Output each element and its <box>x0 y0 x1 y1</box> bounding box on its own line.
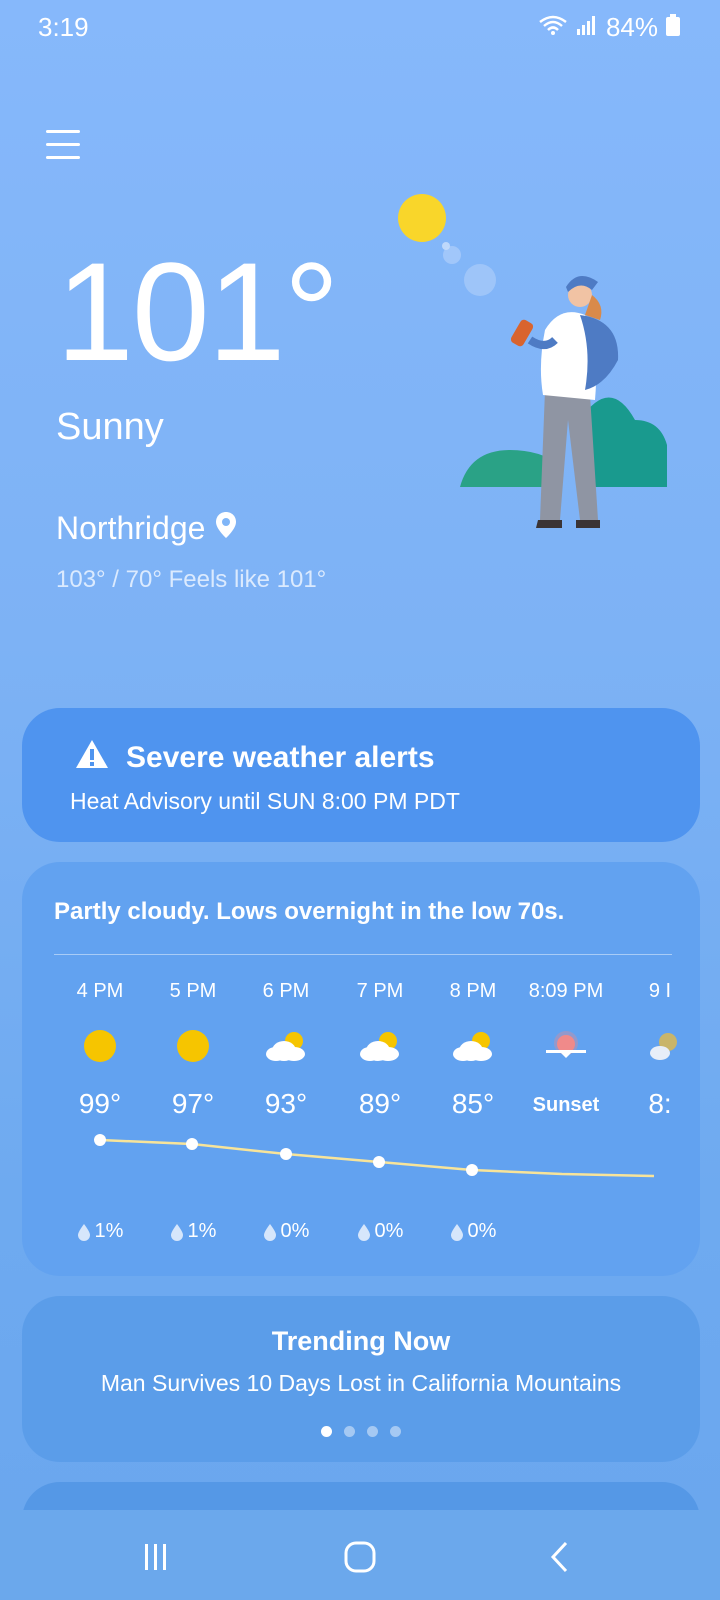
hour-time: 6 PM <box>262 980 310 1002</box>
home-button[interactable] <box>330 1532 390 1582</box>
hour-item: 8 PM 85° <box>425 980 521 1122</box>
battery-percent: 84% <box>605 12 658 42</box>
hour-item: 7 PM 89° <box>332 980 428 1122</box>
navigation-bar <box>0 1510 720 1600</box>
precipitation-value: 0% <box>280 1220 310 1242</box>
warning-icon <box>74 738 110 778</box>
divider <box>54 954 672 955</box>
wifi-icon <box>538 12 568 43</box>
recent-apps-button[interactable] <box>126 1532 186 1582</box>
hour-time: 8 PM <box>449 980 497 1002</box>
raindrop-icon <box>450 1223 463 1241</box>
partly-cloudy-icon <box>332 1026 428 1066</box>
precipitation-value: 0% <box>467 1220 497 1242</box>
alert-title-row: Severe weather alerts <box>74 738 435 778</box>
hour-time: 7 PM <box>356 980 404 1002</box>
precipitation-chance: 1% <box>145 1220 241 1243</box>
battery-icon <box>666 12 680 43</box>
hour-temperature: 93° <box>264 1088 308 1119</box>
hour-temperature: 8: <box>648 1088 672 1119</box>
status-icons: 84% <box>538 12 680 43</box>
status-bar: 3:19 84% <box>0 0 720 52</box>
sun-icon <box>52 1026 148 1066</box>
hour-time: 8:09 PM <box>528 980 604 1002</box>
hour-item: 9 I 8: <box>612 980 700 1122</box>
hour-temperature: 85° <box>451 1088 495 1119</box>
hour-item: 4 PM 99° <box>52 980 148 1122</box>
raindrop-icon <box>263 1223 276 1241</box>
partly-cloudy-icon <box>238 1026 334 1066</box>
raindrop-icon <box>357 1223 370 1241</box>
hour-time: 5 PM <box>169 980 217 1002</box>
precipitation-chance: 0% <box>425 1220 521 1243</box>
hour-temperature: 97° <box>171 1088 215 1119</box>
precipitation-chance: 0% <box>238 1220 334 1243</box>
precipitation-value: 0% <box>374 1220 404 1242</box>
hour-temperature: 99° <box>78 1088 122 1119</box>
hour-item: 5 PM 97° <box>145 980 241 1122</box>
hour-item: 8:09 PM Sunset <box>518 980 614 1122</box>
alert-title: Severe weather alerts <box>126 741 435 774</box>
partly-cloudy-night-icon <box>612 1026 700 1066</box>
signal-icon <box>576 12 598 43</box>
hour-item: 6 PM 93° <box>238 980 334 1122</box>
raindrop-icon <box>77 1223 90 1241</box>
carousel-dot[interactable] <box>367 1426 378 1437</box>
sun-icon <box>145 1026 241 1066</box>
location-name: Northridge <box>56 510 206 546</box>
carousel-dot[interactable] <box>390 1426 401 1437</box>
partly-cloudy-icon <box>425 1026 521 1066</box>
carousel-dots <box>22 1426 700 1437</box>
menu-button[interactable] <box>46 130 80 164</box>
hour-temperature: Sunset <box>532 1094 600 1116</box>
hi-lo-feels-like: 103° / 70° Feels like 101° <box>56 566 327 593</box>
menu-icon <box>46 130 80 133</box>
hourly-forecast-card[interactable]: Partly cloudy. Lows overnight in the low… <box>22 862 700 1276</box>
status-time: 3:19 <box>38 12 89 42</box>
sunset-icon <box>518 1026 614 1066</box>
raindrop-icon <box>170 1223 183 1241</box>
trending-title: Trending Now <box>271 1326 451 1356</box>
current-temperature: 101° <box>56 233 340 390</box>
precipitation-value: 1% <box>94 1220 124 1242</box>
location-pin-icon <box>215 510 237 547</box>
alert-detail: Heat Advisory until SUN 8:00 PM PDT <box>70 788 460 814</box>
hour-time: 4 PM <box>76 980 124 1002</box>
trending-headline[interactable]: Man Survives 10 Days Lost in California … <box>22 1370 700 1397</box>
current-condition: Sunny <box>56 406 164 448</box>
precipitation-chance: 0% <box>332 1220 428 1243</box>
back-button[interactable] <box>530 1532 590 1582</box>
forecast-summary: Partly cloudy. Lows overnight in the low… <box>54 898 565 925</box>
home-icon <box>344 1541 376 1573</box>
severe-weather-alert-card[interactable]: Severe weather alerts Heat Advisory unti… <box>22 708 700 842</box>
precipitation-value: 1% <box>187 1220 217 1242</box>
carousel-dot[interactable] <box>321 1426 332 1437</box>
hour-time: 9 I <box>648 980 672 1002</box>
hour-temperature: 89° <box>358 1088 402 1119</box>
weather-illustration <box>380 180 680 540</box>
recent-apps-icon <box>145 1544 166 1570</box>
precipitation-chance: 1% <box>52 1220 148 1243</box>
trending-now-card[interactable]: Trending Now Man Survives 10 Days Lost i… <box>22 1296 700 1462</box>
back-icon <box>550 1541 568 1573</box>
location[interactable]: Northridge <box>56 510 237 547</box>
carousel-dot[interactable] <box>344 1426 355 1437</box>
